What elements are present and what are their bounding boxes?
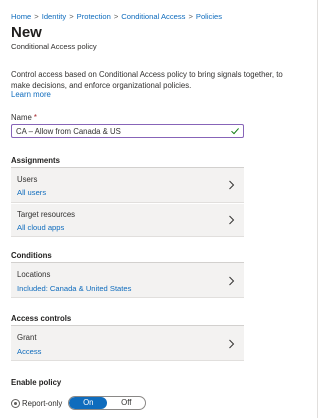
on-off-switch[interactable]: On Off bbox=[68, 396, 147, 410]
chevron-right-icon bbox=[229, 339, 235, 349]
enable-policy-heading: Enable policy bbox=[11, 378, 62, 387]
locations-row[interactable]: Locations Included: Canada & United Stat… bbox=[11, 263, 244, 298]
breadcrumb-home[interactable]: Home bbox=[11, 12, 31, 21]
locations-label: Locations bbox=[17, 270, 51, 279]
off-option[interactable]: Off bbox=[107, 397, 145, 409]
breadcrumb: Home > Identity > Protection > Conditional Acc… bbox=[11, 12, 222, 21]
breadcrumb-policies[interactable]: Policies bbox=[196, 12, 222, 21]
users-value[interactable]: All users bbox=[17, 188, 46, 197]
breadcrumb-identity[interactable]: Identity bbox=[42, 12, 66, 21]
target-resources-value[interactable]: All cloud apps bbox=[17, 223, 64, 232]
chevron-right-icon bbox=[229, 276, 235, 286]
target-resources-label: Target resources bbox=[17, 210, 76, 219]
breadcrumb-protection[interactable]: Protection bbox=[77, 12, 111, 21]
name-field-label: Name * bbox=[11, 113, 37, 122]
policy-name-field[interactable] bbox=[11, 124, 244, 138]
locations-value[interactable]: Included: Canada & United States bbox=[17, 284, 131, 293]
chevron-right-icon bbox=[229, 180, 235, 190]
policy-description: Control access based on Conditional Acce… bbox=[11, 70, 283, 90]
users-row[interactable]: Users All users bbox=[11, 168, 244, 203]
policy-name-input[interactable] bbox=[16, 126, 226, 137]
enable-policy-toggle: Report-only On Off bbox=[11, 396, 147, 410]
conditions-heading: Conditions bbox=[11, 251, 52, 260]
report-only-radio-icon[interactable] bbox=[11, 398, 20, 408]
breadcrumb-separator: > bbox=[113, 12, 119, 21]
assignments-heading: Assignments bbox=[11, 156, 60, 165]
users-label: Users bbox=[17, 175, 38, 184]
grant-label: Grant bbox=[17, 333, 37, 342]
breadcrumb-separator: > bbox=[188, 12, 193, 21]
access-controls-heading: Access controls bbox=[11, 314, 72, 323]
breadcrumb-conditional-access[interactable]: Conditional Access bbox=[121, 12, 185, 21]
breadcrumb-separator: > bbox=[34, 12, 39, 21]
chevron-right-icon bbox=[229, 215, 235, 225]
name-label-text: Name bbox=[11, 113, 32, 122]
on-option[interactable]: On bbox=[69, 397, 108, 409]
checkmark-icon bbox=[231, 128, 239, 135]
breadcrumb-separator: > bbox=[69, 12, 74, 21]
page-subtitle: Conditional Access policy bbox=[11, 42, 97, 51]
target-resources-row[interactable]: Target resources All cloud apps bbox=[11, 204, 244, 237]
required-mark: * bbox=[33, 113, 37, 122]
report-only-option[interactable]: Report-only bbox=[22, 399, 62, 408]
grant-row[interactable]: Grant Access bbox=[11, 326, 244, 361]
policy-panel: Home > Identity > Protection > Conditional Acc… bbox=[0, 0, 318, 418]
learn-more-link[interactable]: Learn more bbox=[11, 90, 51, 99]
page-title: New bbox=[11, 24, 42, 41]
grant-value[interactable]: Access bbox=[17, 347, 41, 356]
